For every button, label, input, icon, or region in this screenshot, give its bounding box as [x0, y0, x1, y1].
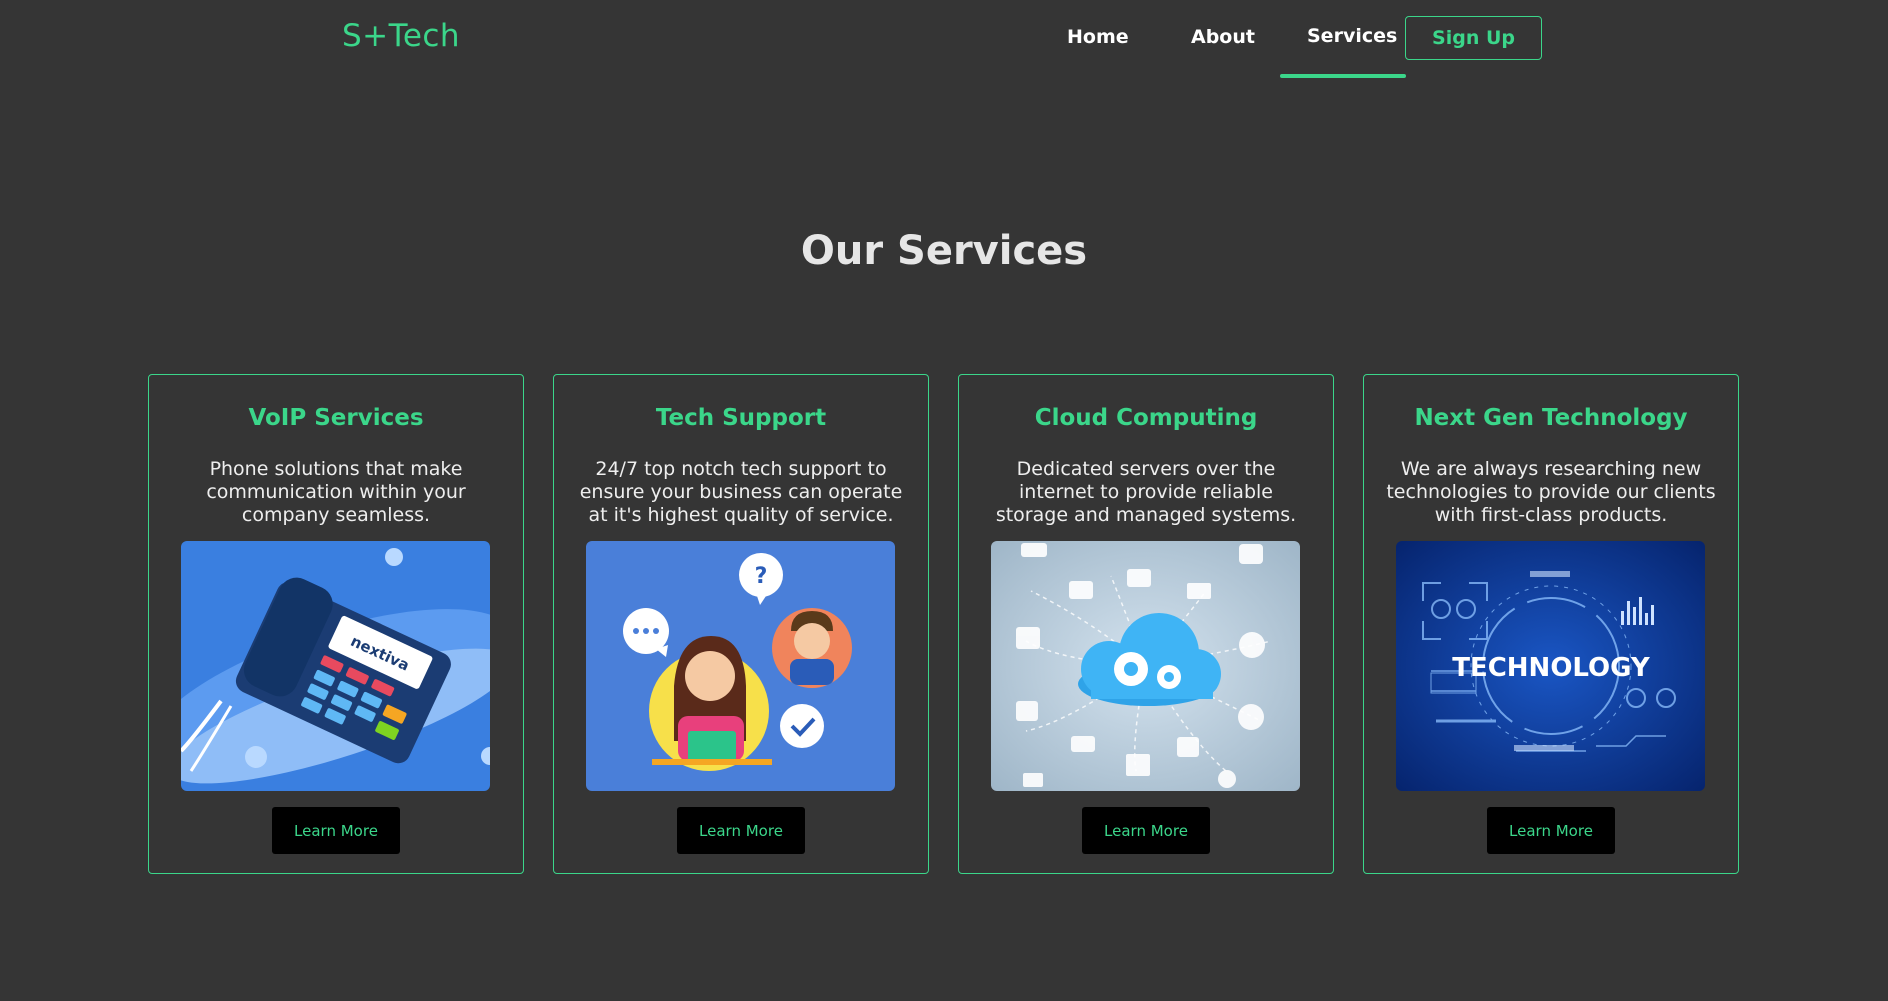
card-title: Tech Support: [655, 405, 827, 431]
tech-support-image: ?: [586, 541, 895, 791]
service-card-next-gen-technology: Next Gen Technology We are always resear…: [1363, 374, 1739, 874]
card-title: Cloud Computing: [1034, 405, 1258, 431]
learn-more-button[interactable]: Learn More: [1487, 807, 1615, 854]
technology-image: TECHNOLOGY: [1396, 541, 1705, 791]
section-title: Our Services: [800, 228, 1088, 274]
card-description: Dedicated servers over the internet to p…: [995, 458, 1297, 526]
nav-link-home[interactable]: Home: [1067, 26, 1129, 48]
card-description: 24/7 top notch tech support to ensure yo…: [579, 458, 903, 526]
cloud-computing-image: [991, 541, 1300, 791]
learn-more-button[interactable]: Learn More: [1082, 807, 1210, 854]
service-card-tech-support: Tech Support 24/7 top notch tech support…: [553, 374, 929, 874]
card-description: Phone solutions that make communication …: [206, 458, 466, 526]
card-title: Next Gen Technology: [1414, 405, 1688, 431]
card-title: VoIP Services: [248, 405, 424, 431]
voip-phone-image: nextiva: [181, 541, 490, 791]
card-description: We are always researching new technologi…: [1386, 458, 1716, 526]
service-card-cloud-computing: Cloud Computing Dedicated servers over t…: [958, 374, 1334, 874]
service-card-voip: VoIP Services Phone solutions that make …: [148, 374, 524, 874]
nav-link-about[interactable]: About: [1191, 26, 1255, 48]
site-logo[interactable]: S+Tech: [342, 18, 460, 54]
svg-text:?: ?: [755, 564, 768, 589]
technology-image-text: TECHNOLOGY: [1452, 653, 1651, 683]
active-nav-indicator: [1280, 74, 1406, 78]
navbar: S+Tech Home About Services Sign Up: [0, 0, 1888, 80]
nav-link-services[interactable]: Services: [1307, 25, 1397, 47]
learn-more-button[interactable]: Learn More: [677, 807, 805, 854]
sign-up-button[interactable]: Sign Up: [1405, 16, 1542, 60]
learn-more-button[interactable]: Learn More: [272, 807, 400, 854]
